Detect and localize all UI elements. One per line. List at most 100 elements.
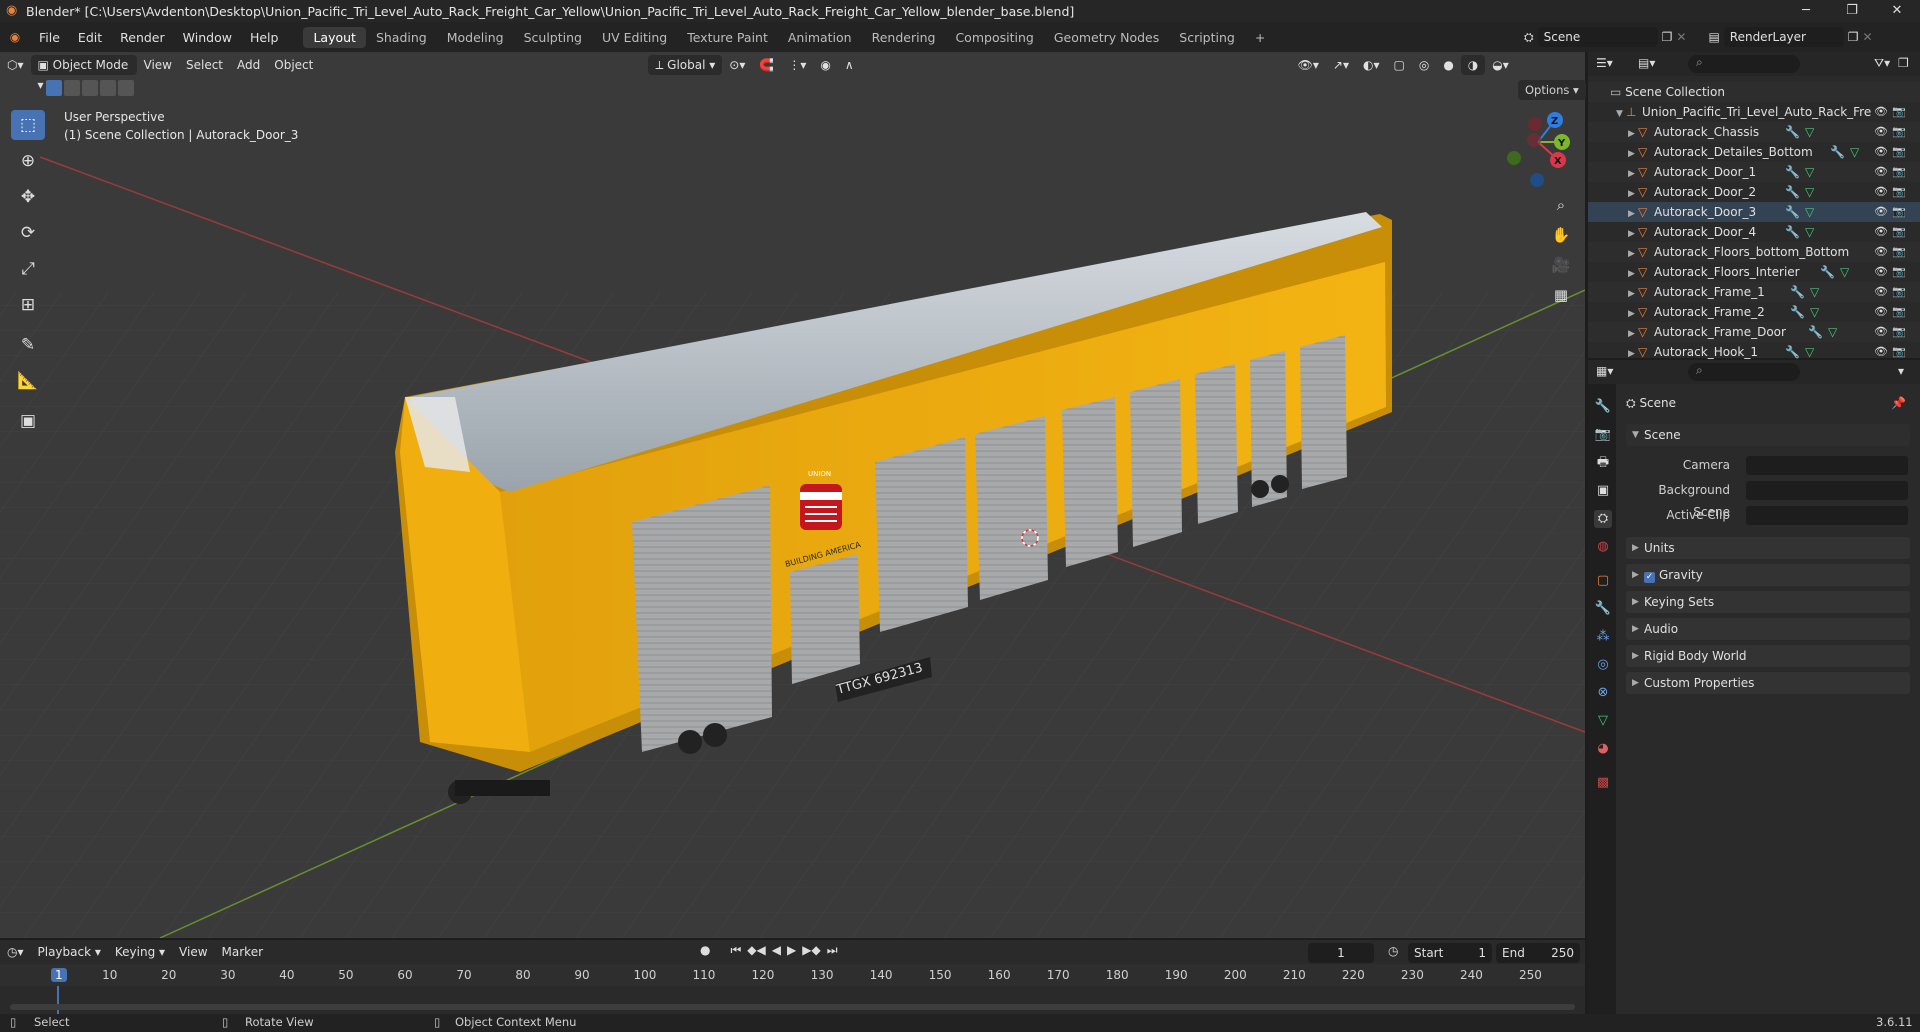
- overlay-toggle-icon[interactable]: ◐▾: [1356, 55, 1387, 75]
- menu-file[interactable]: File: [30, 30, 69, 45]
- add-workspace-button[interactable]: +: [1245, 27, 1275, 48]
- renderlayer-selector[interactable]: RenderLayer: [1723, 27, 1844, 47]
- visibility-eye-icon[interactable]: 👁: [1874, 205, 1888, 218]
- record-icon[interactable]: ●: [700, 943, 710, 958]
- tab-shading[interactable]: Shading: [366, 27, 437, 48]
- filter-icon[interactable]: ⛛▾: [1874, 56, 1890, 71]
- jump-start-icon[interactable]: ⏮: [730, 943, 741, 958]
- outliner-object-row[interactable]: ▶ ▽ Autorack_Door_1: [1588, 162, 1920, 182]
- render-camera-icon[interactable]: 📷: [1892, 285, 1906, 298]
- gravity-panel[interactable]: ▶ ✓ Gravity: [1626, 564, 1910, 586]
- menu-window[interactable]: Window: [174, 30, 241, 45]
- mesh-data-icon[interactable]: ▽: [1805, 205, 1814, 219]
- units-panel[interactable]: ▶ Units: [1626, 537, 1910, 559]
- delete-layer-icon[interactable]: ✕: [1863, 30, 1873, 44]
- outliner-object-row[interactable]: ▶ ▽ Autorack_Door_2: [1588, 182, 1920, 202]
- mesh-data-icon[interactable]: ▽: [1805, 165, 1814, 179]
- audio-panel[interactable]: ▶ Audio: [1626, 618, 1910, 640]
- render-camera-icon[interactable]: 📷: [1892, 325, 1906, 338]
- maximize-icon[interactable]: ❐: [1829, 0, 1875, 22]
- move-tool[interactable]: ✥: [11, 182, 45, 212]
- add-cube-tool[interactable]: ▣: [11, 406, 45, 436]
- rigid-body-world-panel[interactable]: ▶ Rigid Body World: [1626, 645, 1910, 667]
- expand-icon[interactable]: ▶: [1628, 144, 1638, 164]
- preview-range-icon[interactable]: ◷: [1388, 944, 1398, 958]
- play-icon[interactable]: ▶: [787, 943, 796, 958]
- tab-animation[interactable]: Animation: [778, 27, 862, 48]
- scene-tab-icon[interactable]: ⛭: [1594, 510, 1612, 528]
- world-tab-icon[interactable]: ◍: [1594, 538, 1612, 556]
- display-mode-icon[interactable]: ▤▾: [1638, 56, 1655, 70]
- background-scene-field[interactable]: [1746, 481, 1908, 500]
- editor-type-icon[interactable]: ⬡▾: [0, 55, 31, 75]
- new-layer-icon[interactable]: ❐: [1848, 30, 1859, 44]
- outliner-object-row[interactable]: ▶ ▽ Autorack_Frame_Door: [1588, 322, 1920, 342]
- render-camera-icon[interactable]: 📷: [1892, 165, 1906, 178]
- current-frame-field[interactable]: 1: [1308, 943, 1374, 963]
- renderlayer-icon[interactable]: ▤: [1708, 30, 1719, 44]
- expand-icon[interactable]: ▶: [1628, 164, 1638, 184]
- blender-menu-icon[interactable]: ◉: [0, 30, 30, 44]
- camera-view-icon[interactable]: 🎥: [1548, 252, 1574, 278]
- ortho-grid-icon[interactable]: ▦: [1548, 282, 1574, 308]
- render-camera-icon[interactable]: 📷: [1892, 125, 1906, 138]
- next-keyframe-icon[interactable]: ▶◆: [802, 943, 820, 958]
- modifier-icon[interactable]: 🔧: [1790, 305, 1805, 319]
- pivot-icon[interactable]: ⊙▾: [722, 55, 752, 75]
- texture-tab-icon[interactable]: ▩: [1594, 774, 1612, 792]
- prev-keyframe-icon[interactable]: ◆◀: [747, 943, 765, 958]
- tab-compositing[interactable]: Compositing: [945, 27, 1043, 48]
- visibility-eye-icon[interactable]: 👁: [1874, 245, 1888, 258]
- play-reverse-icon[interactable]: ◀: [772, 943, 781, 958]
- outliner-object-row[interactable]: ▶ ▽ Autorack_Hook_1: [1588, 342, 1920, 362]
- properties-search-input[interactable]: ⌕: [1688, 363, 1800, 381]
- scene-collection-row[interactable]: ▭ Scene Collection: [1588, 82, 1920, 102]
- expand-icon[interactable]: ▶: [1628, 324, 1638, 344]
- mesh-data-icon[interactable]: ▽: [1805, 185, 1814, 199]
- mesh-data-icon[interactable]: ▽: [1810, 285, 1819, 299]
- timeline-view-menu[interactable]: View: [172, 942, 214, 962]
- select-invert-icon[interactable]: [100, 80, 116, 96]
- outliner-object-row[interactable]: ▶ ▽ Autorack_Chassis: [1588, 122, 1920, 142]
- expand-icon[interactable]: ▶: [1628, 264, 1638, 284]
- scale-tool[interactable]: ⤢: [11, 254, 45, 284]
- visibility-eye-icon[interactable]: 👁: [1874, 325, 1888, 338]
- visibility-eye-icon[interactable]: 👁: [1874, 105, 1888, 118]
- modifier-icon[interactable]: 🔧: [1820, 265, 1835, 279]
- select-extend-icon[interactable]: [64, 80, 80, 96]
- view-layer-tab-icon[interactable]: ▣: [1594, 482, 1612, 500]
- select-box-tool[interactable]: ⬚: [11, 110, 45, 140]
- proportional-edit-icon[interactable]: ◉: [813, 55, 837, 75]
- select-new-icon[interactable]: [46, 80, 62, 96]
- visibility-eye-icon[interactable]: 👁: [1874, 145, 1888, 158]
- jump-end-icon[interactable]: ⏭: [827, 943, 838, 958]
- zoom-icon[interactable]: ⌕: [1548, 192, 1574, 218]
- tab-rendering[interactable]: Rendering: [862, 27, 946, 48]
- mesh-data-icon[interactable]: ▽: [1810, 305, 1819, 319]
- mode-selector[interactable]: ▣ Object Mode ▾: [30, 55, 137, 92]
- scene-icon[interactable]: ⛭: [1524, 30, 1534, 45]
- expand-icon[interactable]: ▶: [1628, 284, 1638, 304]
- transform-tool[interactable]: ⊞: [11, 290, 45, 320]
- object-menu[interactable]: Object: [267, 55, 320, 75]
- outliner-object-row[interactable]: ▶ ▽ Autorack_Detailes_Bottom: [1588, 142, 1920, 162]
- modifier-icon[interactable]: 🔧: [1785, 205, 1800, 219]
- mesh-data-icon[interactable]: ▽: [1828, 325, 1837, 339]
- modifier-icon[interactable]: 🔧: [1785, 345, 1800, 359]
- visibility-eye-icon[interactable]: 👁: [1874, 185, 1888, 198]
- outliner-object-row[interactable]: ▶ ▽ Autorack_Door_3: [1588, 202, 1920, 222]
- menu-render[interactable]: Render: [111, 30, 174, 45]
- keying-sets-panel[interactable]: ▶ Keying Sets: [1626, 591, 1910, 613]
- properties-options-icon[interactable]: ▾: [1898, 364, 1904, 378]
- snap-target-icon[interactable]: ⋮▾: [781, 55, 813, 75]
- render-camera-icon[interactable]: 📷: [1892, 185, 1906, 198]
- outliner-object-row[interactable]: ▶ ▽ Autorack_Frame_1: [1588, 282, 1920, 302]
- pin-icon[interactable]: 📌: [1891, 393, 1906, 413]
- visibility-eye-icon[interactable]: 👁: [1874, 305, 1888, 318]
- transform-orientation-selector[interactable]: ⟂ Global ▾: [648, 55, 723, 75]
- render-camera-icon[interactable]: 📷: [1892, 225, 1906, 238]
- expand-icon[interactable]: ▶: [1628, 124, 1638, 144]
- timeline-scrollbar[interactable]: [10, 1004, 1575, 1010]
- render-camera-icon[interactable]: 📷: [1892, 305, 1906, 318]
- custom-properties-panel[interactable]: ▶ Custom Properties: [1626, 672, 1910, 694]
